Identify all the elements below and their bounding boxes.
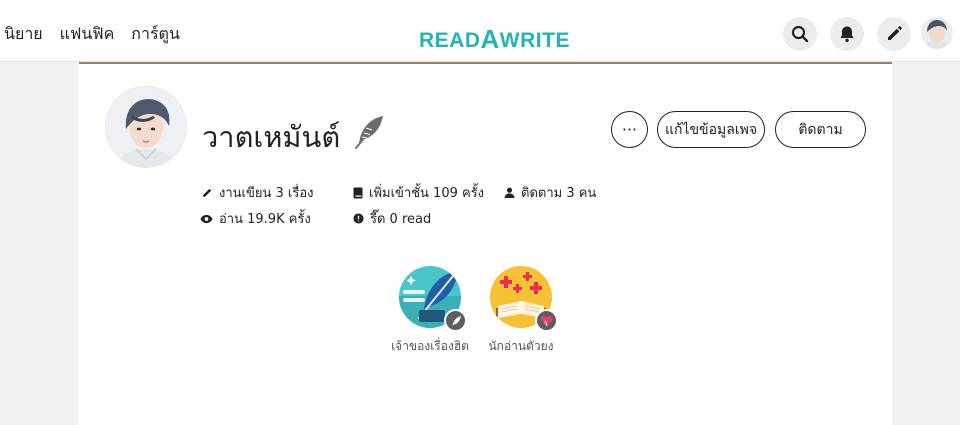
follow-label: ติดตาม bbox=[798, 121, 843, 138]
search-icon bbox=[791, 25, 809, 43]
badge-label-hit-story-owner: เจ้าของเรื่องฮิต bbox=[391, 339, 469, 353]
more-options-button[interactable]: ··· bbox=[611, 111, 648, 148]
heart-mini-icon bbox=[535, 309, 558, 332]
more-options-label: ··· bbox=[621, 120, 638, 139]
stat-followers: ติดตาม 3 คน bbox=[504, 182, 596, 203]
search-button[interactable] bbox=[783, 17, 817, 51]
stat-works-text: งานเขียน 3 เรื่อง bbox=[219, 186, 314, 201]
badge-label-avid-reader: นักอ่านตัวยง bbox=[488, 339, 554, 353]
profile-name: วาตเหมันต์ bbox=[202, 120, 341, 154]
bell-icon bbox=[840, 26, 854, 42]
profile-avatar bbox=[105, 86, 187, 168]
logo-text-write: WRITE bbox=[499, 29, 570, 52]
top-navbar: นิยาย แฟนฟิค การ์ตูน READAWRITE bbox=[0, 0, 960, 62]
pencil-icon bbox=[888, 26, 902, 40]
quill-badge-icon bbox=[399, 266, 467, 332]
quill-mini-icon bbox=[444, 309, 467, 332]
stat-works: งานเขียน 3 เรื่อง bbox=[202, 182, 314, 203]
eye-icon bbox=[200, 214, 213, 223]
profile-card: วาตเหมันต์ ··· แก้ไขข้อมูลเพจ ติดตาม งาน… bbox=[79, 62, 892, 425]
stat-shelf-text: เพิ่มเข้าชั้น 109 ครั้ง bbox=[369, 186, 485, 201]
stat-reads-text: อ่าน 19.9K ครั้ง bbox=[219, 212, 311, 227]
nav-item-novel[interactable]: นิยาย bbox=[4, 22, 43, 47]
badge-hit-story-owner[interactable]: เจ้าของเรื่องฮิต bbox=[390, 266, 470, 356]
stat-followers-text: ติดตาม 3 คน bbox=[521, 186, 597, 201]
avatar-image bbox=[921, 17, 953, 49]
write-button[interactable] bbox=[877, 17, 911, 51]
stat-coins-text: รี๊ด 0 read bbox=[370, 212, 432, 227]
book-badge-icon bbox=[490, 266, 558, 332]
logo-text-read: READ bbox=[419, 29, 481, 52]
stat-reads: อ่าน 19.9K ครั้ง bbox=[200, 208, 311, 229]
edit-page-label: แก้ไขข้อมูลเพจ bbox=[664, 121, 758, 138]
person-icon bbox=[504, 187, 515, 198]
stat-shelf: เพิ่มเข้าชั้น 109 ครั้ง bbox=[353, 182, 484, 203]
profile-avatar-image bbox=[106, 87, 186, 167]
writer-feather-icon bbox=[355, 116, 383, 149]
nav-item-cartoon[interactable]: การ์ตูน bbox=[131, 22, 180, 47]
user-avatar[interactable] bbox=[921, 17, 953, 49]
coin-icon bbox=[353, 213, 364, 224]
follow-button[interactable]: ติดตาม bbox=[775, 111, 866, 148]
badge-avid-reader[interactable]: นักอ่านตัวยง bbox=[481, 266, 561, 356]
readawrite-logo[interactable]: READAWRITE bbox=[419, 23, 570, 54]
pencil-icon bbox=[203, 188, 212, 197]
stat-coins: รี๊ด 0 read bbox=[353, 208, 431, 229]
main-nav: นิยาย แฟนฟิค การ์ตูน bbox=[4, 22, 180, 47]
logo-text-a: A bbox=[480, 24, 500, 54]
notifications-button[interactable] bbox=[830, 17, 864, 51]
edit-page-button[interactable]: แก้ไขข้อมูลเพจ bbox=[657, 111, 765, 148]
nav-item-fanfic[interactable]: แฟนฟิค bbox=[60, 22, 115, 47]
book-icon bbox=[353, 187, 363, 198]
